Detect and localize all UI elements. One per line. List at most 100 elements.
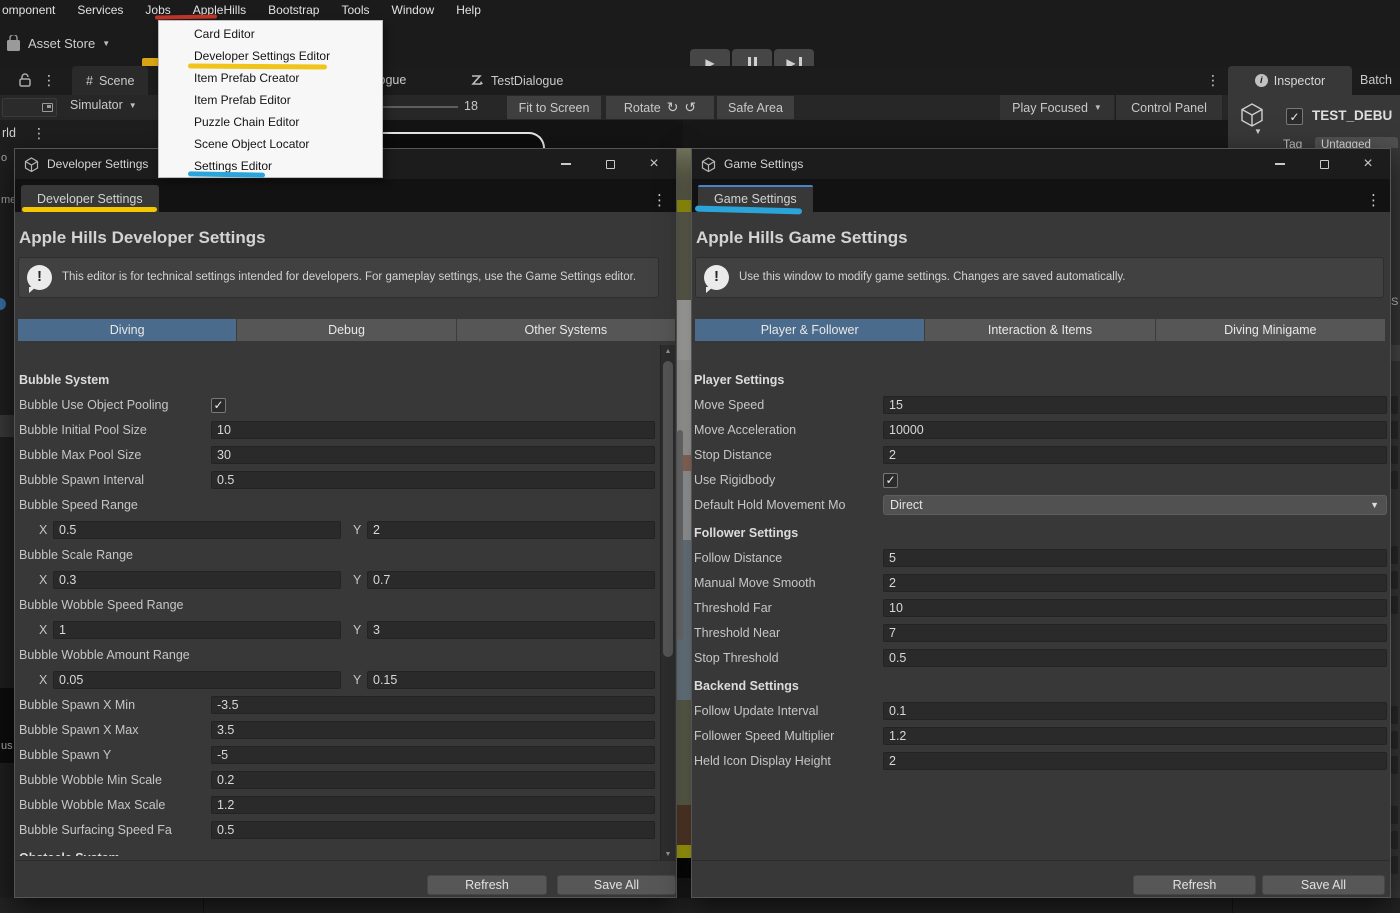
rotate-cw-icon[interactable]: ↻	[667, 99, 679, 116]
search-input[interactable]	[2, 98, 57, 117]
close-button[interactable]: ×	[632, 149, 676, 179]
section-heading-label: Bubble System	[19, 373, 109, 387]
kebab-menu-icon[interactable]: ⋮	[42, 73, 56, 87]
menu-item-item-prefab-editor[interactable]: Item Prefab Editor	[159, 89, 382, 111]
tab-inspector[interactable]: i Inspector	[1228, 66, 1352, 95]
setting-value-field[interactable]: -3.5	[211, 696, 655, 714]
setting-value-field[interactable]: 0.1	[883, 702, 1387, 720]
rotate-ccw-icon[interactable]: ↺	[684, 99, 696, 116]
kebab-menu-icon[interactable]: ⋮	[652, 191, 667, 209]
kebab-menu-icon[interactable]: ⋮	[32, 126, 46, 140]
save-all-button[interactable]: Save All	[557, 875, 676, 895]
menu-item-tools[interactable]: Tools	[330, 0, 380, 20]
tab-interaction-items[interactable]: Interaction & Items	[924, 319, 1154, 341]
menu-item-services[interactable]: Services	[66, 0, 134, 20]
maximize-button[interactable]	[588, 149, 632, 179]
safe-area-button[interactable]: Safe Area	[717, 96, 794, 119]
play-focused-dropdown[interactable]: Play Focused ▼	[1000, 95, 1114, 120]
game-view-fragment	[677, 845, 691, 858]
kebab-menu-icon[interactable]: ⋮	[1206, 73, 1220, 87]
scrollbar[interactable]: ▲ ▼	[660, 345, 675, 861]
tab-batch-partial[interactable]: Batch	[1360, 73, 1392, 87]
setting-value-field[interactable]: 10	[883, 599, 1387, 617]
axis-y-label: Y	[353, 623, 367, 637]
menu-item-puzzle-chain-editor[interactable]: Puzzle Chain Editor	[159, 111, 382, 133]
setting-label: Use Rigidbody	[694, 473, 883, 487]
setting-value-field[interactable]: 0.5	[211, 471, 655, 489]
tab-debug[interactable]: Debug	[236, 319, 455, 341]
vector-y-field[interactable]: 2	[367, 521, 655, 539]
menu-item-window[interactable]: Window	[381, 0, 446, 20]
field-value: 30	[217, 448, 231, 462]
tab-diving-minigame[interactable]: Diving Minigame	[1155, 319, 1385, 341]
setting-checkbox[interactable]: ✓	[211, 398, 226, 413]
setting-value-field[interactable]: 10000	[883, 421, 1387, 439]
setting-value-field[interactable]: 1.2	[883, 727, 1387, 745]
setting-checkbox[interactable]: ✓	[883, 473, 898, 488]
minimize-button[interactable]	[1258, 149, 1302, 179]
setting-value-field[interactable]: 5	[883, 549, 1387, 567]
tab-diving[interactable]: Diving	[18, 319, 236, 341]
settings-row: Use Rigidbody✓	[692, 471, 1392, 489]
menu-item-component[interactable]: omponent	[0, 0, 66, 20]
menu-item-card-editor[interactable]: Card Editor	[159, 23, 382, 45]
vector-label-row: Bubble Scale Range	[15, 546, 661, 564]
scroll-up-icon[interactable]: ▲	[661, 348, 675, 355]
setting-dropdown[interactable]: Direct▼	[883, 495, 1387, 515]
setting-value-field[interactable]: 30	[211, 446, 655, 464]
asset-store-label: Asset Store	[28, 36, 95, 51]
refresh-button[interactable]: Refresh	[1133, 875, 1256, 895]
asset-store-button[interactable]: Asset Store ▼	[6, 28, 110, 58]
setting-value-field[interactable]: 0.5	[883, 649, 1387, 667]
chevron-down-icon[interactable]: ▼	[1254, 127, 1262, 136]
kebab-menu-icon[interactable]: ⋮	[1366, 191, 1381, 209]
tag-dropdown[interactable]: Untagged	[1315, 137, 1398, 148]
setting-value-field[interactable]: 15	[883, 396, 1387, 414]
save-all-button[interactable]: Save All	[1262, 875, 1385, 895]
setting-value-field[interactable]: 0.5	[211, 821, 655, 839]
active-checkbox[interactable]: ✓	[1286, 108, 1303, 125]
setting-value-field[interactable]: 2	[883, 446, 1387, 464]
menu-item-help[interactable]: Help	[445, 0, 492, 20]
tab-player-follower[interactable]: Player & Follower	[695, 319, 924, 341]
rotate-button[interactable]: Rotate ↻ ↺	[606, 96, 714, 119]
lock-icon[interactable]	[18, 72, 32, 88]
setting-value-field[interactable]: 2	[883, 752, 1387, 770]
setting-value-field[interactable]: 0.2	[211, 771, 655, 789]
tab-testdialogue[interactable]: TestDialogue	[460, 66, 573, 95]
window-titlebar[interactable]: Game Settings ×	[692, 149, 1390, 179]
scrollbar-thumb[interactable]	[663, 361, 673, 657]
simulator-dropdown[interactable]: Simulator ▼	[70, 98, 137, 112]
vector-y-field[interactable]: 3	[367, 621, 655, 639]
vector-x-field[interactable]: 0.5	[53, 521, 341, 539]
maximize-button[interactable]	[1302, 149, 1346, 179]
setting-value-field[interactable]: 1.2	[211, 796, 655, 814]
vector-y-field[interactable]: 0.15	[367, 671, 655, 689]
zoom-slider[interactable]	[382, 106, 458, 108]
setting-value-field[interactable]: 10	[211, 421, 655, 439]
vector-y-field[interactable]: 0.7	[367, 571, 655, 589]
vector-x-field[interactable]: 1	[53, 621, 341, 639]
gameobject-name[interactable]: TEST_DEBU	[1312, 108, 1392, 123]
close-button[interactable]: ×	[1346, 149, 1390, 179]
fit-to-screen-button[interactable]: Fit to Screen	[507, 96, 601, 119]
vector-x-field[interactable]: 0.05	[53, 671, 341, 689]
setting-value-field[interactable]: 3.5	[211, 721, 655, 739]
menu-item-item-prefab-creator[interactable]: Item Prefab Creator	[159, 67, 382, 89]
setting-label: Bubble Scale Range	[19, 548, 211, 562]
menu-item-bootstrap[interactable]: Bootstrap	[257, 0, 330, 20]
setting-value-field[interactable]: 7	[883, 624, 1387, 642]
hierarchy-item-world-partial[interactable]: rld	[2, 126, 16, 140]
menu-item-scene-object-locator[interactable]: Scene Object Locator	[159, 133, 382, 155]
gameobject-cube-icon[interactable]	[1238, 101, 1266, 129]
setting-value-field[interactable]: 2	[883, 574, 1387, 592]
vector-x-field[interactable]: 0.3	[53, 571, 341, 589]
refresh-button[interactable]: Refresh	[427, 875, 547, 895]
tab-other-systems[interactable]: Other Systems	[456, 319, 675, 341]
scroll-down-icon[interactable]: ▼	[661, 851, 675, 858]
minimize-button[interactable]	[544, 149, 588, 179]
inspector-field-edge	[1391, 396, 1398, 414]
tab-scene[interactable]: # Scene	[72, 66, 148, 95]
setting-value-field[interactable]: -5	[211, 746, 655, 764]
control-panel-button[interactable]: Control Panel	[1115, 95, 1222, 120]
